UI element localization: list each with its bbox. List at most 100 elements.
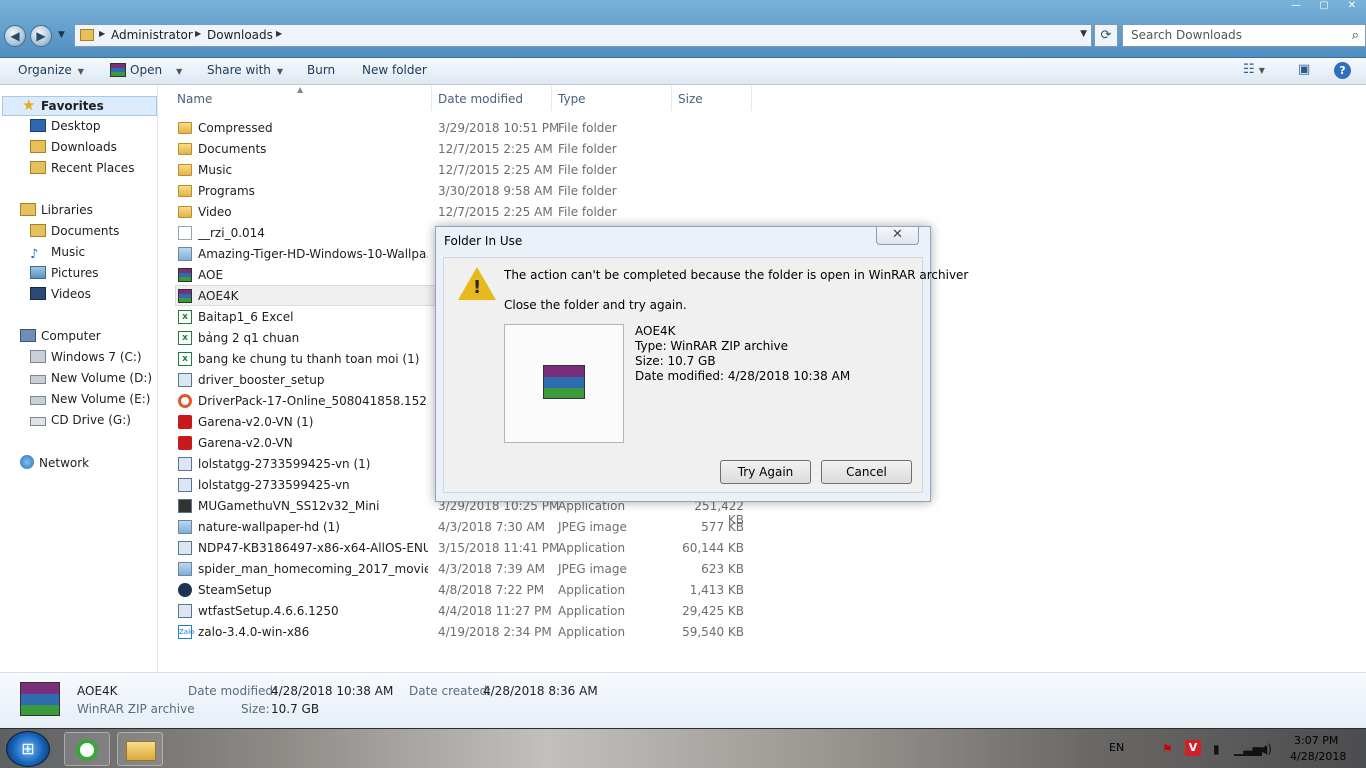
nav-item-drive-e[interactable]: New Volume (E:) <box>30 392 150 412</box>
file-date: 12/7/2015 2:25 AM <box>438 163 553 177</box>
help-icon[interactable]: ? <box>1334 62 1351 79</box>
image-icon <box>178 247 192 261</box>
nav-item-drive-g[interactable]: CD Drive (G:) <box>30 413 131 433</box>
chevron-down-icon[interactable]: ▼ <box>1080 29 1087 39</box>
file-size: 29,425 KB <box>682 604 744 618</box>
file-row[interactable]: spider_man_homecoming_2017_movie_4... 4/3… <box>159 558 759 579</box>
search-placeholder: Search Downloads <box>1131 28 1242 42</box>
coccoc-browser-icon[interactable] <box>64 732 110 766</box>
nav-label: Libraries <box>41 203 93 217</box>
nav-item-network[interactable]: Network <box>20 455 89 475</box>
preview-pane-icon[interactable]: ▣ <box>1298 62 1310 77</box>
nav-item-documents[interactable]: Documents <box>30 224 119 244</box>
back-arrow-icon[interactable]: ◀ <box>4 25 26 47</box>
nav-item-libraries[interactable]: Libraries <box>20 203 93 223</box>
chevron-down-icon: ▼ <box>77 67 84 76</box>
libraries-icon <box>20 203 36 216</box>
garena-icon <box>178 415 192 429</box>
file-row[interactable]: wtfastSetup.4.6.6.1250 4/4/2018 11:27 PM A… <box>159 600 759 621</box>
column-divider[interactable] <box>431 86 432 111</box>
breadcrumb[interactable]: ▶ Administrator ▶ Downloads ▶ ▼ <box>74 24 1092 47</box>
details-date-created-label: Date created: <box>409 684 492 698</box>
nav-favorites[interactable]: ★ Favorites <box>2 96 157 116</box>
details-file-type: WinRAR ZIP archive <box>77 702 195 716</box>
nav-item-music[interactable]: ♪ Music <box>30 245 85 265</box>
organize-button[interactable]: Organize ▼ <box>18 63 84 77</box>
nav-item-drive-c[interactable]: Windows 7 (C:) <box>30 350 142 370</box>
column-divider[interactable] <box>751 86 752 111</box>
clock-date[interactable]: 4/28/2018 <box>1290 750 1346 763</box>
column-divider[interactable] <box>671 86 672 111</box>
nav-label: Pictures <box>51 266 99 280</box>
search-icon[interactable]: ⌕ <box>1352 28 1359 43</box>
try-again-button[interactable]: Try Again <box>720 460 811 484</box>
details-date-modified-label: Date modified: <box>188 684 278 698</box>
recent-pages-dropdown[interactable]: ▼ <box>58 30 65 40</box>
chevron-right-icon[interactable]: ▶ <box>195 29 201 38</box>
file-row[interactable]: NDP47-KB3186497-x86-x64-AllOS-ENU 3/15/20… <box>159 537 759 558</box>
nav-label: Windows 7 (C:) <box>51 350 142 364</box>
file-row[interactable]: Documents 12/7/2015 2:25 AM File folder <box>159 138 759 159</box>
file-row[interactable]: SteamSetup 4/8/2018 7:22 PM Application 1,4… <box>159 579 759 600</box>
column-header-date-modified[interactable]: Date modified <box>438 92 523 106</box>
cancel-button[interactable]: Cancel <box>821 460 912 484</box>
clock-time[interactable]: 3:07 PM <box>1294 734 1338 747</box>
view-options-icon[interactable]: ☷ ▼ <box>1243 62 1265 77</box>
close-icon[interactable]: ✕ <box>876 227 919 245</box>
star-icon: ★ <box>22 96 36 114</box>
chevron-right-icon[interactable]: ▶ <box>99 29 105 38</box>
column-header-name[interactable]: Name <box>177 92 212 106</box>
file-row[interactable]: nature-wallpaper-hd (1) 4/3/2018 7:30 AM J… <box>159 516 759 537</box>
chevron-down-icon: ▼ <box>276 67 284 76</box>
share-with-label: Share with <box>207 63 271 77</box>
installer-icon <box>178 541 192 555</box>
nav-label: Music <box>51 245 86 259</box>
column-header-size[interactable]: Size <box>678 92 703 106</box>
file-size: 59,540 KB <box>682 625 744 639</box>
maximize-button[interactable]: ▢ <box>1310 0 1338 16</box>
burn-button[interactable]: Burn <box>307 63 335 77</box>
breadcrumb-item-downloads[interactable]: Downloads <box>207 28 273 42</box>
column-header-type[interactable]: Type <box>558 92 586 106</box>
nav-item-videos[interactable]: Videos <box>30 287 91 307</box>
forward-arrow-icon[interactable]: ▶ <box>30 25 52 47</box>
driverpack-icon <box>178 394 192 408</box>
start-button[interactable]: ⊞ <box>6 731 50 767</box>
file-row[interactable]: Compressed 3/29/2018 10:51 PM File folder <box>159 117 759 138</box>
file-name: lolstatgg-2733599425-vn (1) <box>198 457 371 471</box>
file-name: lolstatgg-2733599425-vn <box>198 478 350 492</box>
volume-icon[interactable]: ◀) <box>1258 742 1272 756</box>
flag-icon[interactable]: ⚑ <box>1162 742 1173 756</box>
vivaldi-icon[interactable]: V <box>1185 740 1201 756</box>
nav-item-recent-places[interactable]: Recent Places <box>30 161 134 181</box>
nav-item-downloads[interactable]: Downloads <box>30 140 117 160</box>
file-row-selected[interactable]: AOE4K <box>175 285 437 306</box>
file-row[interactable]: Video 12/7/2015 2:25 AM File folder <box>159 201 759 222</box>
chevron-right-icon[interactable]: ▶ <box>276 29 282 38</box>
battery-icon[interactable]: ▮ <box>1213 742 1220 756</box>
file-type: Application <box>558 541 626 555</box>
file-row[interactable]: Zalo zalo-3.4.0-win-x86 4/19/2018 2:34 PM A… <box>159 621 759 642</box>
language-indicator[interactable]: EN <box>1109 741 1124 754</box>
breadcrumb-item-administrator[interactable]: Administrator <box>111 28 193 42</box>
column-divider[interactable] <box>551 86 552 111</box>
winrar-icon <box>20 682 60 716</box>
close-window-button[interactable]: ✕ <box>1338 0 1366 16</box>
search-input[interactable]: Search Downloads ⌕ <box>1122 24 1366 47</box>
file-row[interactable]: Programs 3/30/2018 9:58 AM File folder <box>159 180 759 201</box>
open-button[interactable]: Open ▼ <box>110 63 182 77</box>
file-row[interactable]: Music 12/7/2015 2:25 AM File folder <box>159 159 759 180</box>
refresh-button[interactable]: ⟳ <box>1094 24 1118 47</box>
nav-item-pictures[interactable]: Pictures <box>30 266 99 286</box>
nav-item-computer[interactable]: Computer <box>20 329 101 349</box>
nav-item-drive-d[interactable]: New Volume (D:) <box>30 371 152 391</box>
folder-icon <box>126 741 156 761</box>
details-size: 10.7 GB <box>271 702 320 716</box>
winrar-icon <box>178 268 192 282</box>
minimize-button[interactable]: — <box>1282 0 1310 16</box>
file-explorer-icon[interactable] <box>117 732 163 766</box>
nav-item-desktop[interactable]: Desktop <box>30 119 101 139</box>
file-type: Application <box>558 583 626 597</box>
share-with-button[interactable]: Share with ▼ <box>207 63 283 77</box>
new-folder-button[interactable]: New folder <box>362 63 427 77</box>
